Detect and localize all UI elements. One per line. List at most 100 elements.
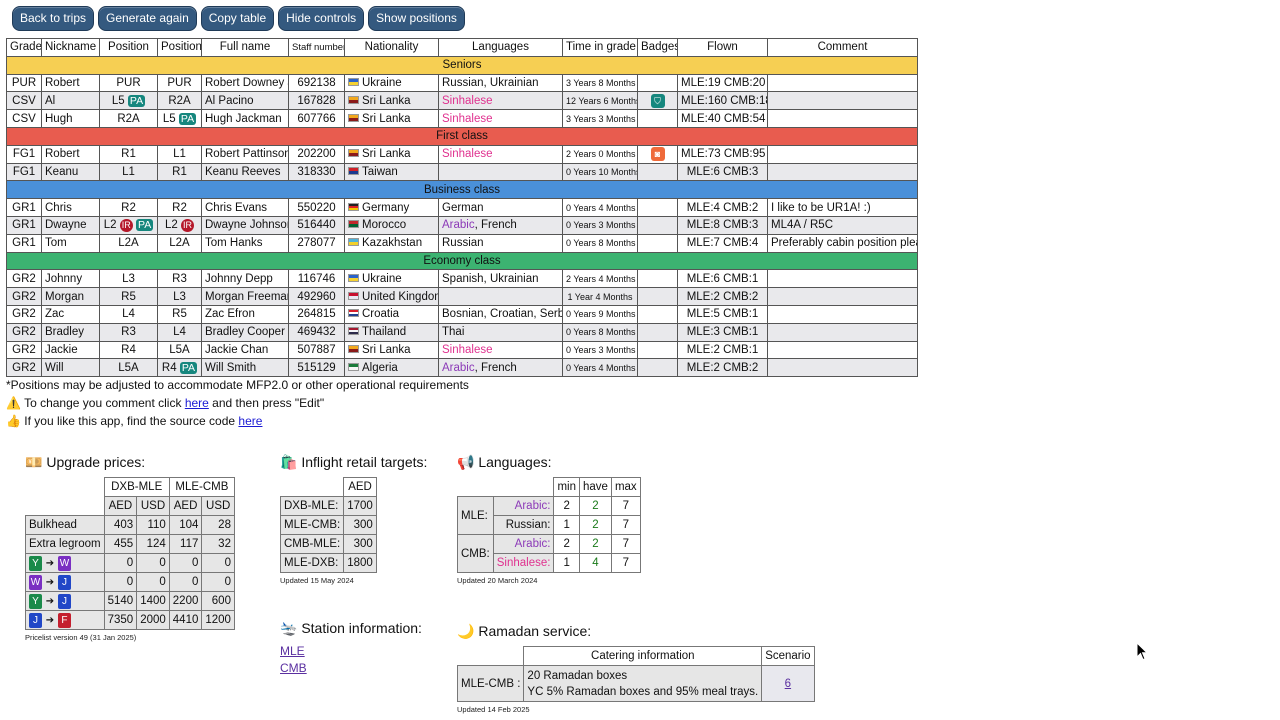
nationality-cell: Croatia [344,304,439,324]
nickname-cell: Jackie [41,340,100,360]
section-row: First class [6,126,918,146]
upgrade-price-cell: 0 [103,572,138,592]
show-positions-button[interactable]: Show positions [368,6,465,31]
generate-again-button[interactable]: Generate again [98,6,197,31]
cabin-class-from-icon: Y [29,593,42,609]
flag-thailand-icon [348,327,359,336]
retail-currency: AED [343,477,377,497]
pa-tag: PA [127,94,146,107]
back-to-trips-button[interactable]: Back to trips [12,6,95,31]
nationality-cell: Taiwan [344,162,439,182]
retail-targets-title-text: Inflight retail targets: [297,454,428,470]
nationality-text: Taiwan [362,165,398,178]
comment-cell [767,287,918,306]
badges-cell [637,198,678,217]
full-name-cell: Will Smith [201,358,289,378]
language-max: 7 [610,496,641,516]
crew-row: CSV Hugh R2A L5 PA Hugh Jackman 607766 Sri Lan… [6,109,918,128]
flag-germany-icon [348,202,359,211]
full-name-cell: Tom Hanks [201,233,289,253]
flown-cell: MLE:2 CMB:1 [677,340,768,360]
toolbar: Back to trips Generate again Copy table … [12,6,465,31]
edit-comment-link[interactable]: here [185,396,209,410]
upgrade-price-cell: 110 [136,515,170,535]
upgrade-row-label: Y ➔ J [25,591,105,611]
badges-cell [637,269,678,289]
language-text: Bosnian, Croatian, Serbian [442,308,562,321]
comment-cell: I like to be UR1A! :) [767,198,918,217]
languages-updated: Updated 20 March 2024 [457,576,538,585]
crescent-moon-icon: 🌙 [457,623,475,639]
time-in-grade-cell: 0 Years 4 Months [562,198,638,217]
nickname-cell: Keanu [41,162,100,182]
time-in-grade-cell: 3 Years 8 Months [562,73,638,93]
station-link-mle[interactable]: MLE [280,643,422,660]
full-name-cell: Robert Pattinson [201,144,289,164]
position-1-value: L5 [111,94,125,107]
upgrade-row: J ➔ F 7350 2000 4410 1200 [25,610,235,630]
flown-cell: MLE:73 CMB:95 [677,144,768,164]
copy-table-button[interactable]: Copy table [200,6,275,31]
position-2-value: L2A [169,237,190,250]
language-have: 2 [579,534,612,554]
languages-cell: Sinhalese [438,91,563,111]
languages-title: 📢 Languages: [457,454,641,471]
upgrade-row-label: Extra legroom [25,534,105,554]
position-2-cell: L1 [157,144,202,164]
badges-cell [637,109,678,128]
retail-targets-table: AED DXB-MLE: 1700 MLE-CMB: 300 CMB-MLE: 300 ML… [279,477,377,573]
retail-row: MLE-DXB: 1800 [279,553,377,573]
flag-ukraine-icon [348,77,359,86]
grade-cell: GR2 [6,304,42,324]
section-title: Economy class [6,251,918,271]
position-2-cell: L2A [157,233,202,253]
nationality-cell: Morocco [344,215,439,235]
position-1-cell: PUR [99,73,158,93]
position-1-cell: R4 [99,340,158,360]
nationality-text: Sri Lanka [362,112,411,125]
upgrade-body: Bulkhead 403 110 104 28 Extra legroom 455 124 11… [25,515,235,630]
badges-cell [637,304,678,324]
position-2-value: R2 [172,201,187,214]
flown-cell: MLE:2 CMB:2 [677,287,768,306]
position-2-cell: R2A [157,91,202,111]
position-1-cell: R3 [99,322,158,342]
crew-row: GR2 Zac L4 R5 Zac Efron 264815 Croatia Bosnian,… [6,304,918,324]
upgrade-price-cell: 124 [136,534,170,554]
ramadan-table: Catering information Scenario MLE-CMB : … [456,646,815,702]
nationality-text: Ukraine [362,272,402,285]
grade-cell: FG1 [6,162,42,182]
arrow-right-icon: ➔ [43,614,57,626]
source-code-link[interactable]: here [238,414,262,428]
flown-cell: MLE:160 CMB:183 [677,91,768,111]
retail-route: CMB-MLE: [279,534,345,554]
flag-srilanka-icon [348,344,359,353]
comment-note-suffix: and then press "Edit" [208,396,325,410]
ramadan-line-2: YC 5% Ramadan boxes and 95% meal trays. [527,685,759,698]
arrow-right-icon: ➔ [43,576,57,588]
badges-cell [637,287,678,306]
cabin-class-from-icon: Y [29,555,42,571]
nickname-cell: Johnny [41,269,100,289]
ir-tag: IR [181,218,194,232]
position-1-cell: L2 IR PA [99,215,158,235]
station-link-cmb[interactable]: CMB [280,660,422,677]
retail-row: MLE-CMB: 300 [279,515,377,535]
nationality-text: Sri Lanka [362,343,411,356]
language-max: 7 [610,534,641,554]
position-2-value: L3 [173,290,186,303]
header-badges: Badges [637,38,678,57]
source-note-prefix: If you like this app, find the source co… [20,414,239,428]
upgrade-label-text: Extra legroom [29,538,101,550]
mouse-cursor-icon [1136,642,1148,661]
nickname-cell: Robert [41,144,100,164]
position-1-cell: L2A [99,233,158,253]
ramadan-scenario-link[interactable]: 6 [785,678,791,690]
nationality-text: Sri Lanka [362,148,411,161]
comment-cell [767,358,918,378]
full-name-cell: Hugh Jackman [201,109,289,128]
hide-controls-button[interactable]: Hide controls [278,6,365,31]
retail-row: DXB-MLE: 1700 [279,496,377,516]
nickname-cell: Dwayne [41,215,100,235]
language-text: Sinhalese [442,112,493,125]
